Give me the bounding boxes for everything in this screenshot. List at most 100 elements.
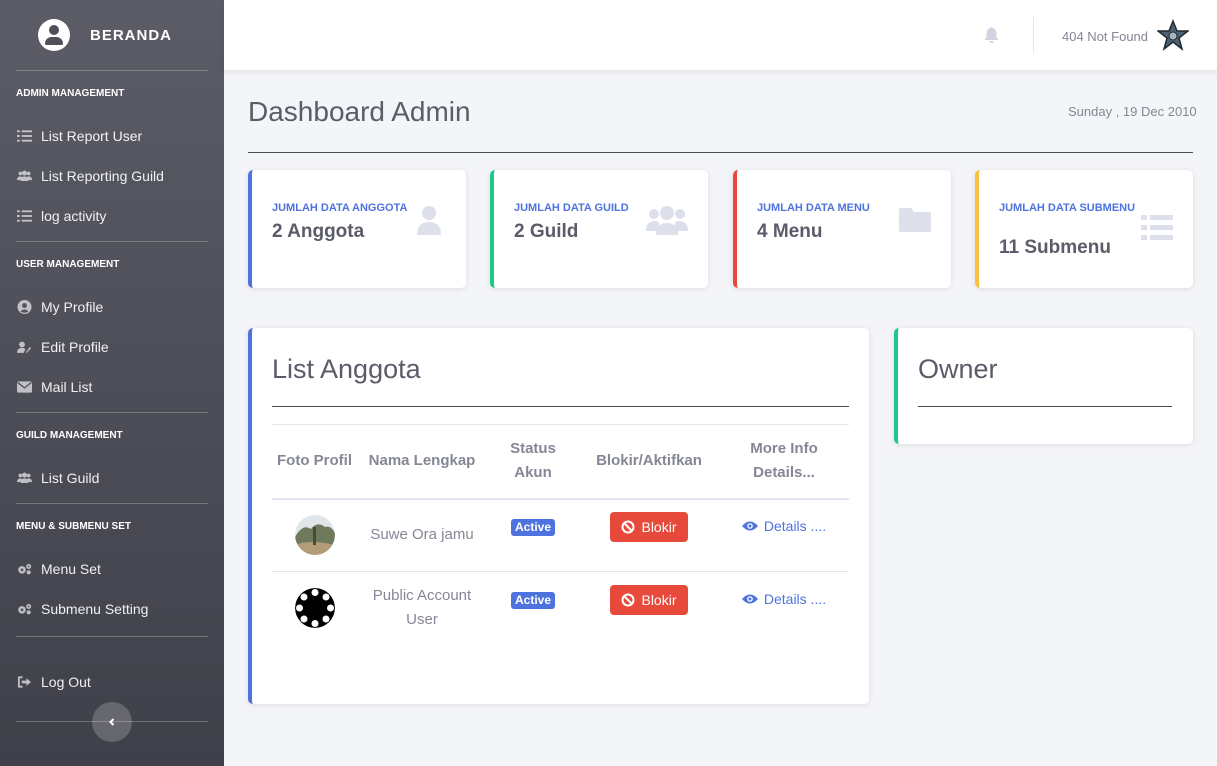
sidebar-item-log-activity[interactable]: log activity [0, 196, 224, 236]
blokir-label: Blokir [641, 519, 677, 536]
stat-value: 2 Anggota [272, 221, 365, 242]
avatar-cell [272, 572, 357, 645]
sidebar-item-my-profile[interactable]: My Profile [0, 287, 224, 327]
sidebar-heading: GUILD MANAGEMENT [16, 430, 123, 441]
sign-out-icon [16, 675, 32, 689]
ban-icon [621, 593, 635, 607]
card-divider [918, 406, 1172, 407]
owner-card: Owner [894, 328, 1193, 444]
members-card: List Anggota Foto Profil Nama Lengkap St… [248, 328, 869, 704]
cogs-icon [16, 562, 32, 576]
sidebar-item-label: Mail List [41, 379, 93, 395]
blokir-label: Blokir [641, 592, 677, 609]
sidebar-heading: ADMIN MANAGEMENT [16, 88, 125, 99]
status-badge: Active [510, 592, 556, 610]
sidebar-item-label: List Reporting Guild [41, 168, 164, 184]
sidebar-item-label: List Report User [41, 128, 143, 144]
stat-value: 11 Submenu [999, 237, 1111, 258]
table-row: Suwe Ora jamu Active Blokir Details .... [272, 498, 849, 572]
eye-icon [741, 594, 758, 604]
blokir-button[interactable]: Blokir [610, 512, 688, 543]
stat-label: JUMLAH DATA MENU [757, 202, 870, 214]
sidebar-item-label: Log Out [41, 674, 91, 690]
sidebar-item-label: My Profile [41, 299, 104, 315]
owner-card-title: Owner [918, 354, 998, 384]
members-table: Foto Profil Nama Lengkap Status Akun Blo… [272, 424, 849, 645]
sidebar-brand[interactable]: BERANDA [0, 0, 224, 70]
column-header: More Info Details... [719, 424, 849, 500]
page-date: Sunday , 19 Dec 2010 [1068, 104, 1197, 119]
topbar: 404 Not Found [224, 0, 1217, 70]
topbar-divider [1033, 17, 1034, 53]
sidebar: BERANDA ADMIN MANAGEMENT List Report Use… [0, 0, 224, 766]
stat-card-menu: JUMLAH DATA MENU 4 Menu [733, 170, 951, 288]
avatar [294, 588, 335, 629]
member-name: Suwe Ora jamu [357, 498, 487, 572]
sidebar-item-label: Edit Profile [41, 339, 109, 355]
stat-label: JUMLAH DATA GUILD [514, 202, 629, 214]
list-icon [16, 209, 32, 223]
sidebar-item-list-report-user[interactable]: List Report User [0, 116, 224, 156]
table-row: Public Account User Active Blokir Detail… [272, 572, 849, 645]
sidebar-item-label: log activity [41, 208, 107, 224]
users-icon [646, 204, 688, 236]
user-edit-icon [16, 340, 32, 354]
page-divider [248, 152, 1193, 153]
card-divider [272, 406, 849, 407]
details-label: Details .... [763, 591, 827, 608]
ban-icon [621, 520, 635, 534]
action-cell: Blokir [579, 498, 719, 572]
stat-value: 2 Guild [514, 221, 579, 242]
sidebar-item-label: Submenu Setting [41, 601, 149, 617]
blokir-button[interactable]: Blokir [610, 585, 688, 616]
table-header-row: Foto Profil Nama Lengkap Status Akun Blo… [272, 424, 849, 500]
sidebar-item-label: List Guild [41, 470, 100, 486]
avatar [294, 515, 335, 556]
status-cell: Active [487, 498, 579, 572]
brand-text: BERANDA [90, 26, 172, 44]
chevron-left-icon [109, 718, 115, 726]
stat-label: JUMLAH DATA SUBMENU [999, 202, 1136, 214]
list-icon [16, 129, 32, 143]
stat-label: JUMLAH DATA ANGGOTA [272, 202, 408, 214]
sidebar-item-list-guild[interactable]: List Guild [0, 458, 224, 498]
details-cell: Details .... [719, 572, 849, 645]
list-icon [1141, 212, 1173, 244]
sidebar-item-mail-list[interactable]: Mail List [0, 367, 224, 407]
action-cell: Blokir [579, 572, 719, 645]
column-header: Status Akun [487, 424, 579, 500]
member-name: Public Account User [372, 587, 472, 629]
members-card-title: List Anggota [272, 354, 421, 384]
details-cell: Details .... [719, 498, 849, 572]
user-avatar[interactable] [1155, 18, 1191, 51]
sidebar-divider [16, 636, 208, 637]
sidebar-item-edit-profile[interactable]: Edit Profile [0, 327, 224, 367]
details-link[interactable]: Details .... [741, 514, 827, 538]
column-header: Foto Profil [272, 424, 357, 500]
page-title: Dashboard Admin [248, 96, 471, 127]
details-link[interactable]: Details .... [741, 587, 827, 611]
cogs-icon [16, 602, 32, 616]
user-circle-icon [16, 300, 32, 314]
stat-value: 4 Menu [757, 221, 823, 242]
sidebar-item-label: Menu Set [41, 561, 101, 577]
stat-card-anggota: JUMLAH DATA ANGGOTA 2 Anggota [248, 170, 466, 288]
status-cell: Active [487, 572, 579, 645]
user-icon [414, 204, 446, 236]
column-header: Blokir/Aktifkan [579, 424, 719, 500]
sidebar-item-menu-set[interactable]: Menu Set [0, 549, 224, 589]
user-name[interactable]: 404 Not Found [1062, 29, 1148, 44]
bell-icon[interactable] [984, 27, 1000, 43]
users-icon [16, 169, 32, 183]
stat-card-guild: JUMLAH DATA GUILD 2 Guild [490, 170, 708, 288]
details-label: Details .... [763, 518, 827, 535]
user-circle-icon [38, 19, 70, 51]
folder-icon [899, 204, 931, 236]
sidebar-item-submenu-setting[interactable]: Submenu Setting [0, 589, 224, 629]
avatar-cell [272, 498, 357, 572]
sidebar-toggle-button[interactable] [92, 702, 132, 742]
envelope-icon [16, 380, 32, 394]
sidebar-item-list-reporting-guild[interactable]: List Reporting Guild [0, 156, 224, 196]
column-header: Nama Lengkap [357, 424, 487, 500]
eye-icon [741, 521, 758, 531]
